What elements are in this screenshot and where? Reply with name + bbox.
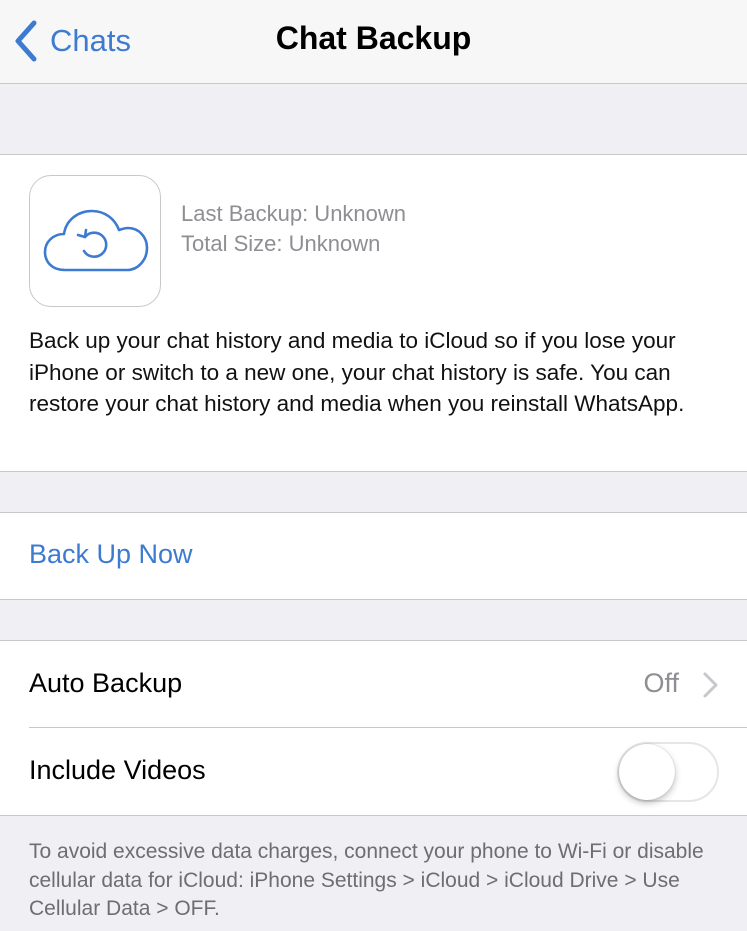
toggle-knob xyxy=(619,744,675,800)
navigation-bar: Chats Chat Backup xyxy=(0,0,747,84)
include-videos-row: Include Videos xyxy=(0,728,747,815)
auto-backup-row[interactable]: Auto Backup Off xyxy=(0,641,747,728)
backup-description: Back up your chat history and media to i… xyxy=(29,328,685,416)
chevron-right-icon xyxy=(703,672,718,698)
backup-info-section: Last Backup: Unknown Total Size: Unknown… xyxy=(0,154,747,472)
include-videos-toggle[interactable] xyxy=(617,742,719,802)
auto-backup-label: Auto Backup xyxy=(29,668,183,698)
backup-meta: Last Backup: Unknown Total Size: Unknown xyxy=(181,199,406,259)
last-backup-text: Last Backup: Unknown xyxy=(181,201,407,226)
total-size-text: Total Size: Unknown xyxy=(181,231,381,256)
auto-backup-value: Off xyxy=(643,668,679,698)
include-videos-label: Include Videos xyxy=(29,755,206,785)
back-up-now-label: Back Up Now xyxy=(29,539,193,569)
icloud-restore-icon xyxy=(43,209,149,272)
page-title: Chat Backup xyxy=(275,20,472,56)
backup-settings-group: Auto Backup Off Include Videos xyxy=(0,640,747,816)
data-charges-note: To avoid excessive data charges, connect… xyxy=(29,840,704,920)
back-up-now-button[interactable]: Back Up Now xyxy=(0,512,747,600)
icloud-app-icon xyxy=(29,175,161,307)
chat-backup-screen: Chats Chat Backup Last Backup: Unknown T… xyxy=(0,0,747,931)
